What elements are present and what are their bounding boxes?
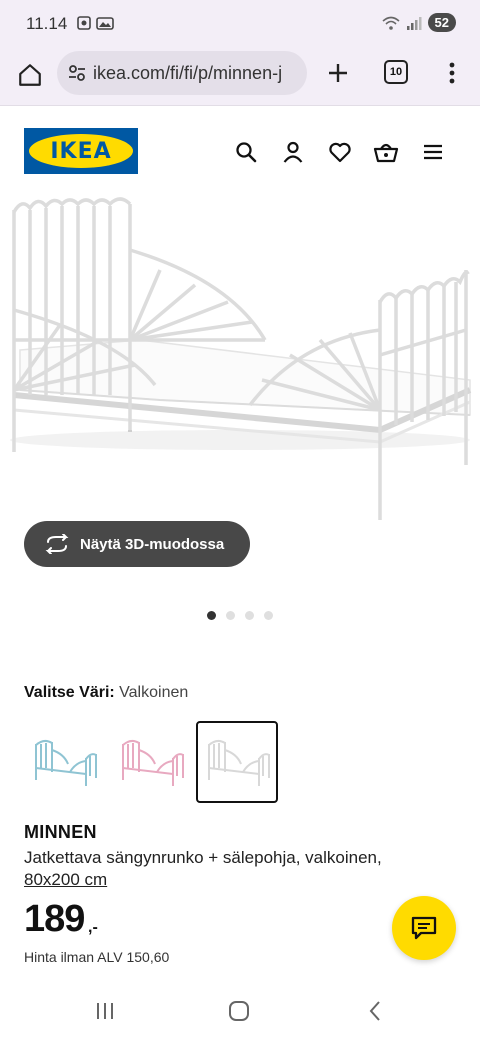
tab-switcher-button[interactable]: 10 bbox=[384, 60, 408, 84]
carousel-dot[interactable] bbox=[207, 611, 216, 620]
basket-button[interactable] bbox=[372, 138, 400, 166]
swatch-pink[interactable] bbox=[111, 722, 191, 802]
account-icon bbox=[283, 141, 303, 163]
screenshot-icon bbox=[77, 16, 91, 30]
color-selector-label: Valitse Väri: Valkoinen bbox=[24, 684, 188, 702]
signal-icon bbox=[406, 16, 422, 30]
swatch-turquoise[interactable] bbox=[24, 722, 104, 802]
product-size-link[interactable]: 80x200 cm bbox=[24, 870, 107, 890]
swatch-bed-image bbox=[122, 739, 184, 786]
search-icon bbox=[236, 142, 257, 163]
status-time: 11.14 bbox=[26, 14, 68, 33]
back-icon bbox=[369, 1001, 380, 1021]
account-button[interactable] bbox=[279, 138, 307, 166]
rotate-3d-icon bbox=[44, 531, 70, 557]
carousel-dot[interactable] bbox=[264, 611, 273, 620]
price-without-vat: Hinta ilman ALV 150,60 bbox=[24, 949, 170, 965]
back-button[interactable] bbox=[360, 998, 390, 1024]
wishlist-button[interactable] bbox=[326, 138, 354, 166]
battery-indicator: 52 bbox=[427, 13, 456, 32]
view-3d-label: Näytä 3D-muodossa bbox=[80, 535, 225, 553]
home-button[interactable] bbox=[14, 59, 46, 91]
swatch-bed-image bbox=[35, 739, 97, 786]
swatch-white[interactable] bbox=[196, 721, 278, 803]
new-tab-button[interactable] bbox=[322, 57, 354, 89]
chat-button[interactable] bbox=[392, 896, 456, 960]
url-text: ikea.com/fi/fi/p/minnen-j bbox=[93, 62, 283, 83]
logo-ellipse: IKEA bbox=[29, 134, 133, 168]
product-name: MINNEN bbox=[24, 822, 97, 842]
system-nav-bar bbox=[0, 980, 480, 1040]
recent-apps-button[interactable] bbox=[90, 998, 120, 1024]
home-nav-button[interactable] bbox=[224, 998, 254, 1024]
image-notification-icon bbox=[96, 17, 114, 30]
more-icon bbox=[449, 62, 455, 84]
browser-toolbar: ikea.com/fi/fi/p/minnen-j 10 bbox=[0, 48, 480, 106]
logo-text: IKEA bbox=[50, 138, 112, 164]
wifi-icon bbox=[382, 16, 400, 30]
home-icon bbox=[19, 64, 41, 86]
price-suffix: ,- bbox=[88, 919, 98, 936]
product-price: 189 bbox=[24, 898, 85, 940]
status-right: 52 bbox=[382, 13, 456, 32]
menu-button[interactable] bbox=[419, 138, 447, 166]
color-label: Valitse Väri: bbox=[24, 684, 115, 701]
carousel-dots bbox=[207, 611, 273, 620]
home-nav-icon bbox=[229, 1001, 249, 1021]
basket-icon bbox=[373, 143, 399, 163]
address-bar[interactable]: ikea.com/fi/fi/p/minnen-j bbox=[57, 51, 307, 95]
color-value: Valkoinen bbox=[119, 684, 189, 701]
product-image[interactable] bbox=[0, 190, 480, 530]
view-3d-button[interactable]: Näytä 3D-muodossa bbox=[24, 521, 250, 567]
status-bar: 11.14 52 bbox=[0, 0, 480, 48]
site-settings-icon[interactable] bbox=[67, 63, 87, 83]
chat-icon bbox=[411, 916, 437, 940]
carousel-dot[interactable] bbox=[226, 611, 235, 620]
menu-icon bbox=[424, 144, 442, 160]
search-button[interactable] bbox=[232, 138, 260, 166]
more-menu-button[interactable] bbox=[440, 57, 464, 89]
recent-apps-icon bbox=[97, 1003, 113, 1019]
status-notification-icons bbox=[76, 15, 114, 31]
swatch-bed-image bbox=[208, 739, 270, 786]
ikea-logo[interactable]: IKEA bbox=[24, 128, 138, 174]
plus-icon bbox=[329, 64, 347, 82]
heart-icon bbox=[329, 142, 351, 163]
product-description: Jatkettava sängynrunko + sälepohja, valk… bbox=[24, 848, 382, 867]
carousel-dot[interactable] bbox=[245, 611, 254, 620]
